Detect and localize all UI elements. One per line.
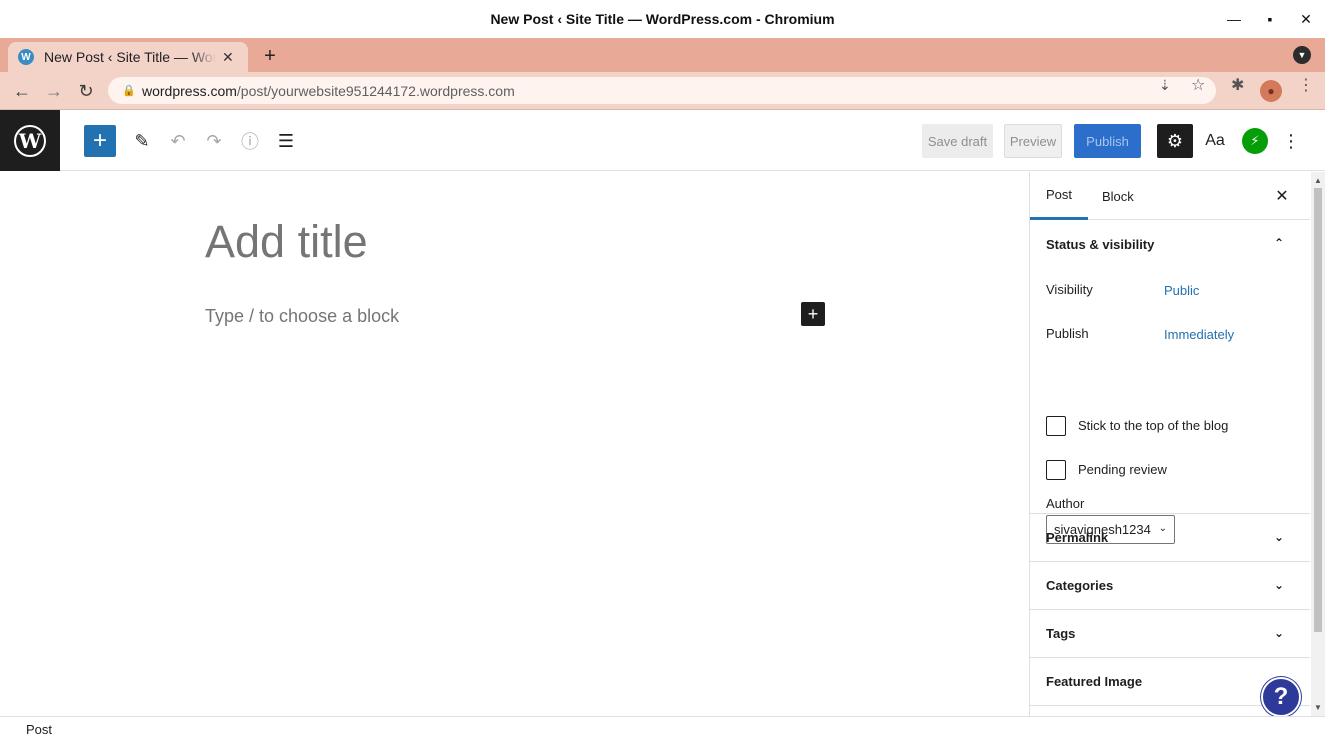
browser-tab[interactable]: W New Post ‹ Site Title — WordPress.com … — [8, 42, 248, 72]
preview-button[interactable]: Preview — [1004, 124, 1062, 158]
sticky-label: Stick to the top of the blog — [1078, 418, 1229, 433]
more-options-icon[interactable]: ⋮ — [1280, 124, 1302, 158]
profile-avatar[interactable]: ● — [1260, 80, 1282, 102]
inline-block-inserter-button[interactable]: + — [801, 302, 825, 326]
publish-label: Publish — [1046, 326, 1089, 341]
browser-toolbar: ← → ↻ 🔒 wordpress.com/post/yourwebsite95… — [0, 72, 1325, 110]
help-button[interactable]: ? — [1261, 677, 1301, 717]
styles-button[interactable]: Aa — [1199, 124, 1231, 158]
list-view-icon[interactable]: ☰ — [270, 125, 302, 157]
scroll-down-icon[interactable]: ▼ — [1314, 703, 1322, 712]
reload-icon[interactable]: ↻ — [73, 78, 99, 104]
sidebar-scrollbar[interactable]: ▲ ▼ — [1311, 172, 1325, 716]
chevron-down-icon: ⌄ — [1274, 578, 1285, 592]
author-label: Author — [1046, 496, 1085, 511]
settings-sidebar: Post Block ✕ Status & visibility ⌃ Visib… — [1029, 172, 1310, 716]
tab-search-icon[interactable]: ▼ — [1293, 46, 1311, 64]
bookmark-star-icon[interactable]: ☆ — [1191, 75, 1205, 95]
url-host: wordpress.com — [142, 82, 237, 99]
url-text: wordpress.com/post/yourwebsite951244172.… — [142, 83, 515, 99]
tab-strip: W New Post ‹ Site Title — WordPress.com … — [0, 38, 1325, 72]
permalink-heading: Permalink — [1046, 530, 1109, 545]
categories-heading: Categories — [1046, 578, 1114, 593]
permalink-panel[interactable]: Permalink ⌄ — [1030, 514, 1310, 562]
pending-review-label: Pending review — [1078, 462, 1167, 477]
settings-gear-icon[interactable]: ⚙ — [1157, 124, 1193, 158]
extensions-icon[interactable]: ✱ — [1231, 75, 1244, 95]
install-app-icon[interactable]: ⇣ — [1159, 77, 1171, 94]
status-visibility-toggle[interactable]: Status & visibility ⌃ — [1030, 220, 1310, 268]
chevron-down-icon: ⌄ — [1274, 626, 1285, 640]
close-sidebar-icon[interactable]: ✕ — [1270, 184, 1294, 208]
scroll-up-icon[interactable]: ▲ — [1314, 176, 1322, 185]
post-title-input[interactable]: Add title — [205, 216, 368, 268]
tab-post[interactable]: Post — [1030, 172, 1089, 220]
minimize-icon[interactable]: — — [1216, 0, 1252, 38]
visibility-value-link[interactable]: Public — [1164, 283, 1199, 298]
categories-panel[interactable]: Categories ⌄ — [1030, 562, 1310, 610]
address-bar[interactable]: 🔒 wordpress.com/post/yourwebsite95124417… — [108, 77, 1216, 104]
sidebar-tabs: Post Block ✕ — [1030, 172, 1310, 220]
default-block-appender[interactable]: Type / to choose a block — [205, 306, 399, 327]
redo-icon[interactable]: ↷ — [198, 125, 230, 157]
forward-icon[interactable]: → — [41, 78, 67, 104]
browser-menu-icon[interactable]: ⋮ — [1298, 75, 1314, 95]
wordpress-logo-button[interactable]: W — [0, 110, 60, 171]
tab-block[interactable]: Block — [1102, 172, 1134, 220]
edit-tools-icon[interactable]: ✎ — [126, 125, 158, 157]
save-draft-button[interactable]: Save draft — [922, 124, 993, 158]
tab-title: New Post ‹ Site Title — WordPress.com — [44, 49, 216, 65]
status-visibility-heading: Status & visibility — [1046, 236, 1155, 252]
block-breadcrumb: Post — [0, 716, 1325, 741]
new-tab-icon[interactable]: + — [258, 44, 282, 68]
wordpress-logo-icon: W — [14, 124, 46, 157]
maximize-icon[interactable]: ▪ — [1252, 0, 1288, 38]
wordpress-favicon-icon: W — [18, 49, 34, 65]
jetpack-icon[interactable]: ⚡ — [1242, 128, 1268, 154]
breadcrumb-post[interactable]: Post — [26, 722, 52, 737]
block-inserter-button[interactable]: + — [84, 125, 116, 157]
pending-review-checkbox[interactable] — [1046, 460, 1066, 480]
publish-button[interactable]: Publish — [1074, 124, 1141, 158]
chevron-up-icon: ⌃ — [1274, 236, 1285, 250]
window-title: New Post ‹ Site Title — WordPress.com - … — [490, 11, 835, 27]
url-path: /post/yourwebsite951244172.wordpress.com — [236, 82, 515, 99]
sticky-checkbox[interactable] — [1046, 416, 1066, 436]
editor-header: W + ✎ ↶ ↷ ⓘ ☰ Save draft Preview Publish… — [0, 110, 1325, 171]
lock-icon: 🔒 — [122, 85, 136, 97]
status-visibility-panel: Status & visibility ⌃ Visibility Public … — [1030, 220, 1310, 544]
undo-icon[interactable]: ↶ — [162, 125, 194, 157]
window-titlebar: New Post ‹ Site Title — WordPress.com - … — [0, 0, 1325, 38]
back-icon[interactable]: ← — [9, 78, 35, 104]
details-info-icon[interactable]: ⓘ — [234, 125, 266, 157]
chevron-down-icon: ⌄ — [1274, 530, 1285, 544]
scrollbar-thumb[interactable] — [1314, 188, 1322, 632]
tags-panel[interactable]: Tags ⌄ — [1030, 610, 1310, 658]
close-icon[interactable]: ✕ — [1288, 0, 1324, 38]
visibility-label: Visibility — [1046, 282, 1093, 297]
editor-canvas[interactable]: Add title Type / to choose a block + — [0, 172, 1029, 716]
publish-date-link[interactable]: Immediately — [1164, 327, 1234, 342]
featured-image-heading: Featured Image — [1046, 674, 1143, 689]
tags-heading: Tags — [1046, 626, 1076, 641]
tab-close-icon[interactable]: ✕ — [222, 49, 234, 66]
